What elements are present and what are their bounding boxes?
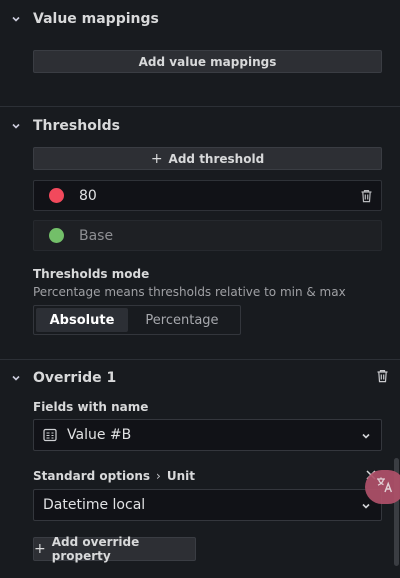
- plus-icon: +: [34, 541, 46, 557]
- thresholds-header[interactable]: Thresholds: [0, 114, 400, 138]
- threshold-color-dot[interactable]: [49, 228, 64, 243]
- chevron-down-icon[interactable]: [10, 13, 22, 25]
- chevron-down-icon[interactable]: [361, 500, 371, 510]
- field-name-value: Value #B: [67, 427, 132, 443]
- chevron-right-icon: ›: [156, 469, 161, 483]
- chevron-down-icon[interactable]: [361, 430, 371, 440]
- value-mappings-section: Value mappings Add value mappings: [0, 0, 400, 106]
- threshold-value[interactable]: 80: [79, 188, 97, 204]
- mode-option-percentage[interactable]: Percentage: [128, 308, 236, 332]
- chevron-down-icon[interactable]: [10, 372, 22, 384]
- fields-with-name-label: Fields with name: [33, 400, 149, 414]
- unit-value: Datetime local: [43, 497, 146, 513]
- threshold-color-dot[interactable]: [49, 188, 64, 203]
- plus-icon: +: [150, 150, 163, 167]
- button-label: Add threshold: [168, 151, 265, 166]
- mode-option-absolute[interactable]: Absolute: [36, 308, 128, 332]
- translate-icon: [375, 476, 395, 498]
- override-property-breadcrumb: Standard options › Unit: [33, 469, 195, 483]
- override-header[interactable]: Override 1: [0, 366, 400, 390]
- breadcrumb-category: Standard options: [33, 469, 151, 483]
- unit-select[interactable]: Datetime local: [33, 489, 382, 521]
- button-label: Add override property: [51, 535, 140, 563]
- threshold-row[interactable]: 80: [33, 180, 382, 211]
- value-mappings-header[interactable]: Value mappings: [0, 7, 400, 31]
- field-name-icon: [43, 428, 57, 442]
- trash-icon[interactable]: [376, 369, 389, 383]
- add-override-property-button[interactable]: + Add override property: [33, 535, 196, 563]
- threshold-value: Base: [79, 227, 114, 244]
- section-title: Thresholds: [33, 118, 120, 134]
- section-title: Value mappings: [33, 11, 159, 27]
- section-title: Override 1: [33, 370, 117, 386]
- field-name-select[interactable]: Value #B: [33, 419, 382, 451]
- thresholds-mode-toggle: Absolute Percentage: [33, 305, 241, 335]
- translate-button[interactable]: [365, 470, 400, 504]
- trash-icon[interactable]: [360, 189, 373, 203]
- add-value-mappings-button[interactable]: Add value mappings: [33, 50, 382, 73]
- button-label: Add value mappings: [138, 54, 277, 69]
- thresholds-mode-description: Percentage means thresholds relative to …: [33, 285, 346, 299]
- chevron-down-icon[interactable]: [10, 120, 22, 132]
- thresholds-mode-label: Thresholds mode: [33, 267, 150, 281]
- threshold-row-base: Base: [33, 220, 382, 251]
- breadcrumb-property: Unit: [166, 469, 195, 483]
- add-threshold-button[interactable]: + Add threshold: [33, 147, 382, 170]
